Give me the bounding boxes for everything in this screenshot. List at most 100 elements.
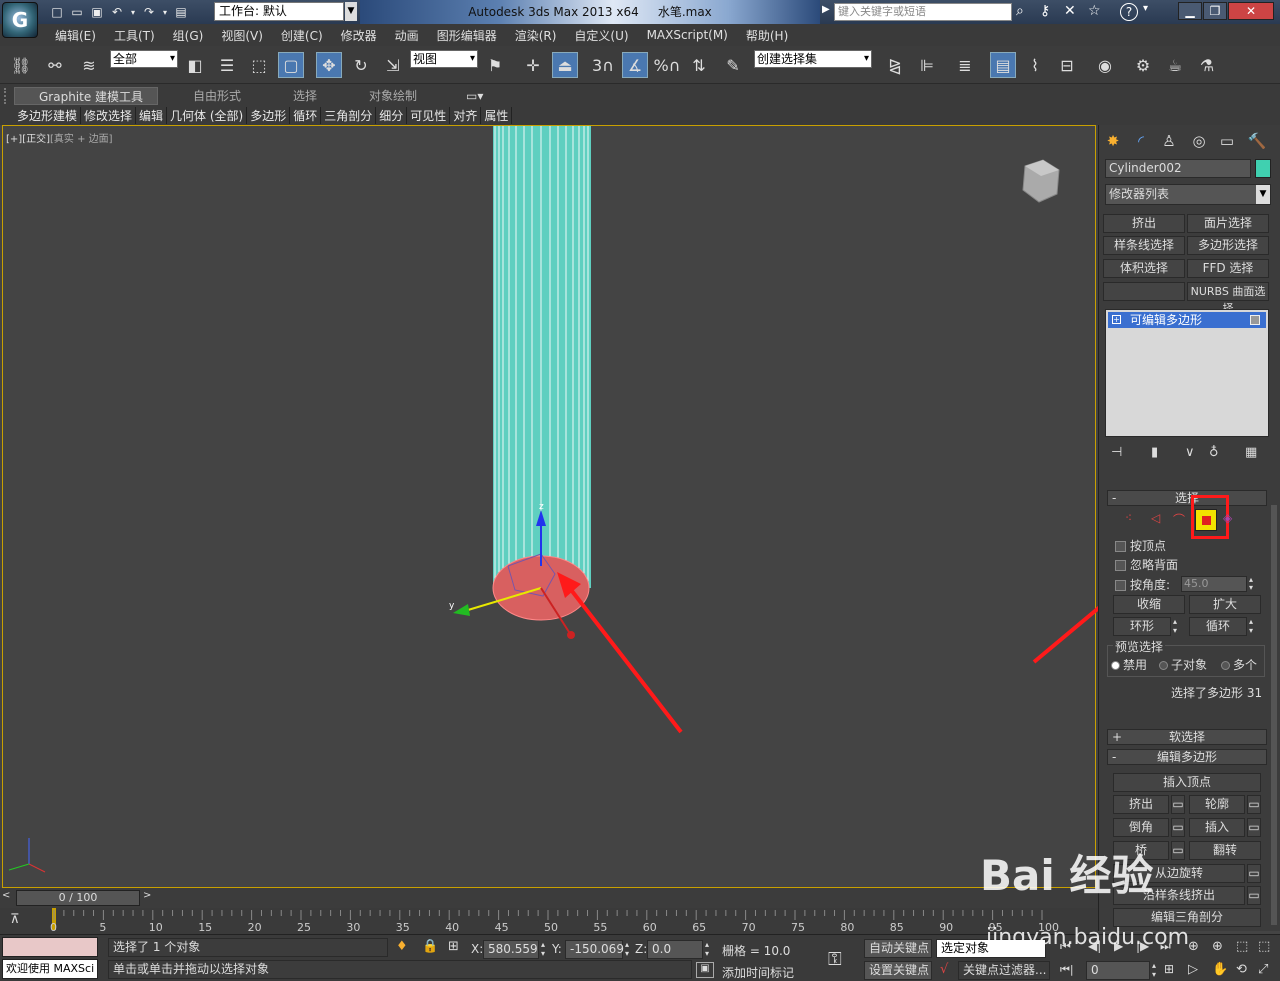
remove-modifier-icon[interactable]: ♁ xyxy=(1209,445,1219,460)
panel-subdivision[interactable]: 细分 xyxy=(376,107,408,124)
edge-subobject-icon[interactable]: ◁ xyxy=(1151,511,1160,525)
y-spinner-icon[interactable]: ▴ ▾ xyxy=(625,940,629,958)
orbit-icon[interactable]: ⟲ xyxy=(1236,962,1247,977)
render-production-icon[interactable]: ⚗ xyxy=(1194,52,1220,78)
panel-polygon-modeling[interactable]: 多边形建模 xyxy=(14,107,82,124)
select-and-manipulate-icon[interactable]: ✛ xyxy=(520,52,546,78)
ring-button[interactable]: 环形 xyxy=(1113,617,1171,636)
render-setup-icon[interactable]: ⚙ xyxy=(1130,52,1156,78)
menu-group[interactable]: 组(G) xyxy=(164,27,213,44)
select-object-icon[interactable]: ◧ xyxy=(182,52,208,78)
bevel-settings-icon[interactable]: ▭ xyxy=(1171,818,1185,837)
app-logo-icon[interactable]: G xyxy=(2,2,38,38)
menu-rendering[interactable]: 渲染(R) xyxy=(506,27,566,44)
display-tab-icon[interactable]: ▭ xyxy=(1215,129,1239,153)
tab-selection[interactable]: 选择 xyxy=(293,87,317,105)
extrude-modifier-button[interactable]: 挤出 xyxy=(1103,214,1185,233)
key-mode-toggle-icon[interactable]: ⏮| xyxy=(1060,963,1074,977)
curve-editor-icon[interactable]: ⌇ xyxy=(1022,52,1048,78)
current-frame-field[interactable]: 0 xyxy=(1086,961,1150,980)
subscription-key-icon[interactable]: ⚷ xyxy=(1040,3,1050,19)
inset-button[interactable]: 插入 xyxy=(1189,818,1245,837)
x-spinner-icon[interactable]: ▴ ▾ xyxy=(541,940,545,958)
select-and-rotate-icon[interactable]: ↻ xyxy=(348,52,374,78)
utilities-tab-icon[interactable]: 🔨 xyxy=(1245,129,1269,153)
motion-tab-icon[interactable]: ◎ xyxy=(1187,129,1211,153)
extrude-button[interactable]: 挤出 xyxy=(1113,795,1169,814)
extrude-spline-settings-icon[interactable]: ▭ xyxy=(1247,886,1261,905)
object-name-field[interactable]: Cylinder002 xyxy=(1105,159,1251,178)
make-unique-icon[interactable]: ∨ xyxy=(1185,445,1195,460)
panel-edit[interactable]: 编辑 xyxy=(136,107,168,124)
schematic-view-icon[interactable]: ⊟ xyxy=(1054,52,1080,78)
tab-freeform[interactable]: 自由形式 xyxy=(193,87,241,105)
graphite-toggle-icon[interactable]: ▤ xyxy=(990,52,1016,78)
angle-snap-icon[interactable]: ∡ xyxy=(622,52,648,78)
align-icon[interactable]: ⊫ xyxy=(914,52,940,78)
maxscript-welcome-text[interactable]: 欢迎使用 MAXSci xyxy=(2,959,98,979)
time-configuration-icon[interactable]: ⊞ xyxy=(1164,962,1174,976)
restore-button[interactable]: ❐ xyxy=(1203,2,1227,20)
favorites-star-icon[interactable]: ☆ xyxy=(1088,3,1101,19)
create-tab-icon[interactable]: ✸ xyxy=(1101,129,1125,153)
select-by-name-icon[interactable]: ☰ xyxy=(214,52,240,78)
grow-button[interactable]: 扩大 xyxy=(1189,595,1261,614)
vol-select-button[interactable]: 体积选择 xyxy=(1103,259,1185,278)
modifier-stack[interactable]: + 可编辑多边形 xyxy=(1105,309,1269,437)
menu-maxscript[interactable]: MAXScript(M) xyxy=(638,28,737,42)
bind-to-space-warp-icon[interactable]: ≋ xyxy=(76,52,102,78)
menu-graph-editors[interactable]: 图形编辑器 xyxy=(428,27,506,44)
bridge-settings-icon[interactable]: ▭ xyxy=(1171,841,1185,860)
workspace-dropdown-arrow-icon[interactable]: ▼ xyxy=(345,2,357,21)
set-key-icon[interactable]: ⚿ xyxy=(828,949,842,970)
expand-stack-icon[interactable]: + xyxy=(1112,315,1121,324)
panel-align[interactable]: 对齐 xyxy=(450,107,482,124)
binoculars-icon[interactable]: ⌕ xyxy=(1016,3,1024,19)
save-file-icon[interactable]: ▣ xyxy=(88,3,106,21)
edit-named-selection-icon[interactable]: ✎ xyxy=(720,52,746,78)
pivot-center-icon[interactable]: ⚑ xyxy=(482,52,508,78)
command-panel-scrollbar[interactable] xyxy=(1271,505,1277,925)
panel-geometry-all[interactable]: 几何体 (全部) xyxy=(167,107,248,124)
panel-polygons[interactable]: 多边形 xyxy=(247,107,291,124)
tab-object-paint[interactable]: 对象绘制 xyxy=(369,87,417,105)
y-coordinate-field[interactable]: -150.069 xyxy=(565,940,624,959)
modifier-list-arrow-icon[interactable]: ▼ xyxy=(1256,185,1270,204)
outline-button[interactable]: 轮廓 xyxy=(1189,795,1245,814)
insert-vertex-button[interactable]: 插入顶点 xyxy=(1113,773,1261,792)
inset-settings-icon[interactable]: ▭ xyxy=(1247,818,1261,837)
soft-selection-expand-icon[interactable]: + xyxy=(1112,730,1122,744)
selection-lock-icon[interactable]: 🔒 xyxy=(422,939,438,954)
ring-spinner-icon[interactable]: ▴ ▾ xyxy=(1173,617,1183,636)
reference-coordinate-dropdown[interactable]: 视图 xyxy=(410,50,478,68)
z-spinner-icon[interactable]: ▴ ▾ xyxy=(705,940,709,958)
soft-selection-rollout-header[interactable]: + 软选择 xyxy=(1107,729,1267,745)
loop-spinner-icon[interactable]: ▴ ▾ xyxy=(1249,617,1259,636)
by-vertex-box[interactable] xyxy=(1115,541,1126,552)
border-subobject-icon[interactable]: ⌒ xyxy=(1173,511,1185,528)
menu-help[interactable]: 帮助(H) xyxy=(737,27,797,44)
time-slider-prev-icon[interactable]: < xyxy=(2,890,14,906)
z-coordinate-field[interactable]: 0.0 xyxy=(647,940,703,959)
undo-dropdown-icon[interactable]: ▾ xyxy=(128,3,138,21)
by-angle-checkbox[interactable]: 按角度: xyxy=(1115,576,1170,593)
panel-tris[interactable]: 三角剖分 xyxy=(321,107,377,124)
edit-polygons-collapse-icon[interactable]: - xyxy=(1112,750,1116,764)
field-of-view-icon[interactable]: ▷ xyxy=(1188,962,1198,977)
communication-center-icon[interactable]: ✕ xyxy=(1064,3,1076,19)
time-slider-next-icon[interactable]: > xyxy=(143,890,155,906)
preview-multi-dot[interactable] xyxy=(1221,661,1230,670)
menu-customize[interactable]: 自定义(U) xyxy=(565,27,637,44)
auto-key-button[interactable]: 自动关键点 xyxy=(864,939,932,958)
project-folder-icon[interactable]: ▤ xyxy=(172,3,190,21)
hierarchy-tab-icon[interactable]: ♙ xyxy=(1157,129,1181,153)
edit-polygons-rollout-header[interactable]: - 编辑多边形 xyxy=(1107,749,1267,765)
loop-button[interactable]: 循环 xyxy=(1189,617,1247,636)
redo-icon[interactable]: ↷ xyxy=(140,3,158,21)
zoom-icon[interactable]: ⊕ xyxy=(1188,939,1199,954)
open-file-icon[interactable]: ▭ xyxy=(68,3,86,21)
ribbon-options-icon[interactable]: ▭▾ xyxy=(466,87,483,105)
modifier-list-dropdown[interactable]: 修改器列表 ▼ xyxy=(1105,184,1271,205)
modify-tab-icon[interactable]: ◜ xyxy=(1129,129,1153,153)
poly-select-button[interactable]: 多边形选择 xyxy=(1187,236,1269,255)
